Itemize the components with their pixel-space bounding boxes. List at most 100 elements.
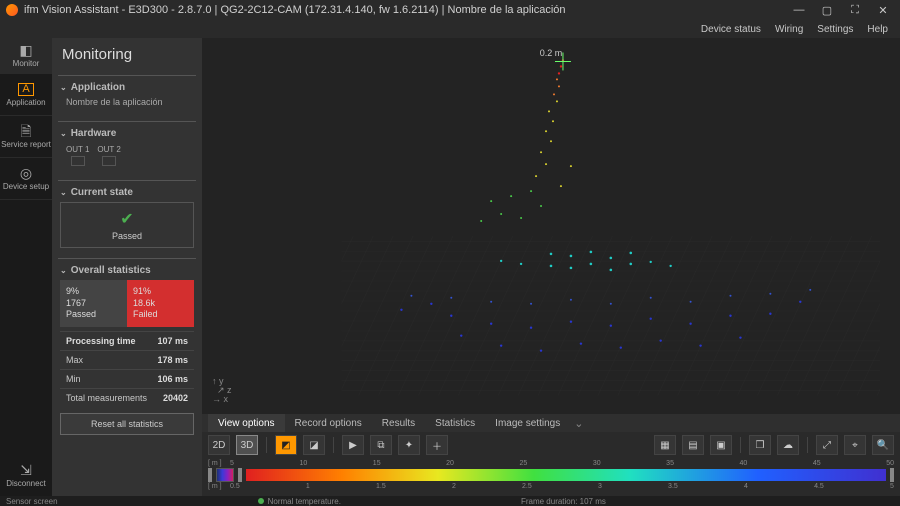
hw-out-1: OUT 1	[66, 145, 89, 166]
application-icon: A	[18, 83, 33, 96]
document-icon: 🗎	[20, 124, 31, 138]
stats-passed: 9% 1767 Passed	[60, 280, 127, 327]
tab-image-settings[interactable]: Image settings	[485, 414, 570, 432]
stats-failed: 91% 18.6k Failed	[127, 280, 194, 327]
out1-indicator	[71, 156, 85, 166]
title-bar: ifm Vision Assistant - E3D300 - 2.8.7.0 …	[0, 0, 900, 20]
chevron-down-icon: ⌄	[60, 129, 67, 138]
cb-thumb-right-handle[interactable]	[238, 468, 242, 482]
grid-sparse-icon[interactable]: ▤	[682, 435, 704, 455]
section-overall-statistics: ⌄ Overall statistics 9% 1767 Passed 91% …	[58, 258, 196, 439]
app-logo-icon	[6, 4, 18, 16]
table-row: Max 178 ms	[60, 350, 194, 369]
menu-help[interactable]: Help	[867, 24, 888, 35]
section-header-current-state[interactable]: ⌄ Current state	[60, 187, 194, 198]
section-header-application[interactable]: ⌄ Application	[60, 82, 194, 93]
grid-single-icon[interactable]: ▣	[710, 435, 732, 455]
out2-indicator	[102, 156, 116, 166]
zoom-in-icon[interactable]: 🔍	[872, 435, 894, 455]
table-row: Min 106 ms	[60, 369, 194, 388]
tab-record-options[interactable]: Record options	[285, 414, 372, 432]
status-led-icon	[258, 498, 264, 504]
application-name: Nombre de la aplicación	[60, 93, 194, 111]
view-tabs: View options Record options Results Stat…	[202, 414, 900, 432]
nav-monitor[interactable]: ◧ Monitor	[0, 38, 52, 74]
section-application: ⌄ Application Nombre de la aplicación	[58, 75, 196, 115]
status-bar: Sensor screen Normal temperature. Frame …	[0, 496, 900, 506]
tab-view-options[interactable]: View options	[208, 414, 285, 432]
nav-label: Service report	[1, 140, 51, 149]
window-title: ifm Vision Assistant - E3D300 - 2.8.7.0 …	[24, 4, 566, 16]
3d-viewport[interactable]: 0.2 m	[202, 38, 900, 414]
histogram-icon[interactable]: ⧉	[370, 435, 392, 455]
main-panel: 0.2 m	[202, 38, 900, 496]
minimize-button[interactable]: —	[788, 1, 810, 19]
axis-gizmo: ↑ y ↗ z → x	[212, 377, 232, 404]
monitor-icon: ◧	[19, 43, 32, 57]
nav-label: Monitor	[13, 59, 40, 68]
menu-bar: Device status Wiring Settings Help	[0, 20, 900, 38]
state-box: ✔ Passed	[60, 202, 194, 248]
fullscreen-button[interactable]: ⛶	[844, 1, 866, 19]
colorbar: [ m ] 5101520253035404550 [ m ] 0.511.52…	[202, 458, 900, 496]
section-header-hardware[interactable]: ⌄ Hardware	[60, 128, 194, 139]
ruler-top-ticks: 5101520253035404550	[230, 460, 894, 467]
camera-icon: ◎	[20, 166, 32, 180]
tab-statistics[interactable]: Statistics	[425, 414, 485, 432]
tab-results[interactable]: Results	[372, 414, 425, 432]
add-button[interactable]: ＋	[426, 435, 448, 455]
zoom-fit-icon[interactable]: ⌖	[844, 435, 866, 455]
menu-device-status[interactable]: Device status	[701, 24, 761, 35]
cube-icon[interactable]: ❒	[749, 435, 771, 455]
chevron-down-icon: ⌄	[60, 266, 67, 275]
cloud-icon[interactable]: ☁	[777, 435, 799, 455]
toolbar: 2D 3D ◩ ◪ ▶ ⧉ ✦ ＋ ▦ ▤ ▣ ❒ ☁ ⤢ ⌖ 🔍	[202, 432, 900, 458]
disconnect-icon: ⇲	[20, 463, 32, 477]
nav-service-report[interactable]: 🗎 Service report	[0, 116, 52, 158]
zoom-out-icon[interactable]: ⤢	[816, 435, 838, 455]
point-cloud-render	[202, 38, 900, 414]
tab-expand-icon[interactable]: ⌄	[574, 417, 583, 430]
chevron-down-icon: ⌄	[60, 188, 67, 197]
status-frame: Frame duration: 107 ms	[521, 497, 606, 506]
reset-statistics-button[interactable]: Reset all statistics	[60, 413, 194, 435]
cb-gradient[interactable]	[246, 469, 886, 481]
check-icon: ✔	[120, 209, 133, 229]
play-button[interactable]: ▶	[342, 435, 364, 455]
ruler-bot-unit: [ m ]	[208, 483, 228, 490]
section-header-statistics[interactable]: ⌄ Overall statistics	[60, 265, 194, 276]
status-temp: Normal temperature.	[258, 497, 341, 506]
nav-device-setup[interactable]: ◎ Device setup	[0, 158, 52, 200]
nav-label: Application	[6, 98, 45, 107]
grid-dense-icon[interactable]: ▦	[654, 435, 676, 455]
axis-icon[interactable]: ✦	[398, 435, 420, 455]
section-current-state: ⌄ Current state ✔ Passed	[58, 180, 196, 252]
table-row: Processing time 107 ms	[60, 331, 194, 350]
mode-3d-button[interactable]: 3D	[236, 435, 258, 455]
table-row: Total measurements 20402	[60, 388, 194, 407]
view-presets-alt-button[interactable]: ◪	[303, 435, 325, 455]
state-label: Passed	[112, 231, 142, 241]
close-button[interactable]: ✕	[872, 1, 894, 19]
status-sensor: Sensor screen	[6, 497, 58, 506]
hw-out-2: OUT 2	[97, 145, 120, 166]
stats-table: Processing time 107 ms Max 178 ms Min 10…	[60, 331, 194, 407]
nav-disconnect[interactable]: ⇲ Disconnect	[0, 454, 52, 496]
nav-label: Disconnect	[6, 479, 46, 488]
nav-label: Device setup	[3, 182, 49, 191]
nav-application[interactable]: A Application	[0, 74, 52, 116]
maximize-button[interactable]: ▢	[816, 1, 838, 19]
view-presets-button[interactable]: ◩	[275, 435, 297, 455]
ruler-bot-ticks: 0.511.522.533.544.55	[230, 483, 894, 490]
cb-right-handle[interactable]	[890, 468, 894, 482]
monitoring-sidebar: Monitoring ⌄ Application Nombre de la ap…	[52, 38, 202, 496]
menu-wiring[interactable]: Wiring	[775, 24, 803, 35]
chevron-down-icon: ⌄	[60, 83, 67, 92]
menu-settings[interactable]: Settings	[817, 24, 853, 35]
section-hardware: ⌄ Hardware OUT 1 OUT 2	[58, 121, 196, 174]
stats-summary: 9% 1767 Passed 91% 18.6k Failed	[60, 280, 194, 327]
sidebar-title: Monitoring	[58, 44, 196, 69]
cb-left-handle[interactable]	[208, 468, 212, 482]
cb-thumbnail[interactable]	[216, 468, 234, 482]
mode-2d-button[interactable]: 2D	[208, 435, 230, 455]
